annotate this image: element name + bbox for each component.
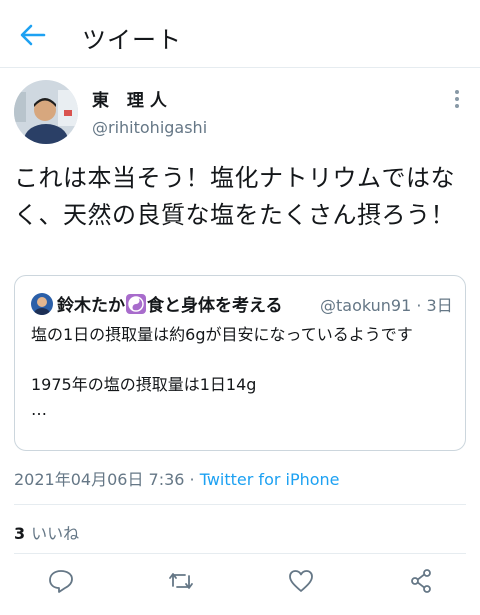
like-count: 3 xyxy=(14,524,26,543)
like-icon[interactable] xyxy=(286,566,316,596)
more-options-icon[interactable] xyxy=(446,88,468,110)
author-handle[interactable]: @rihitohigashi xyxy=(92,118,207,137)
source-link[interactable]: Twitter for iPhone xyxy=(200,470,340,489)
quoted-name-part1: 鈴木たか xyxy=(57,296,125,316)
arrow-left-icon[interactable] xyxy=(18,22,48,48)
share-icon[interactable] xyxy=(406,566,436,596)
tweet-meta: 2021年04月06日 7:36 · Twitter for iPhone xyxy=(14,466,340,490)
app-header: ツイート xyxy=(0,0,480,68)
author-display-name[interactable]: 東 理人 xyxy=(92,86,173,111)
quoted-text: 塩の1日の摂取量は約6gが目安になっているようです 1975年の塩の摂取量は1日… xyxy=(31,322,451,422)
like-stats[interactable]: 3 いいね xyxy=(14,520,79,544)
reply-icon[interactable] xyxy=(46,566,76,596)
tweet-text: これは本当そう！塩化ナトリウムではなく、天然の良質な塩をたくさん摂ろう！ xyxy=(14,164,455,229)
divider xyxy=(14,504,466,505)
quoted-display-name: 鈴木たか 食と身体を考える xyxy=(57,291,283,316)
divider xyxy=(14,553,466,554)
timestamp: 2021年04月06日 7:36 · xyxy=(14,470,200,489)
quoted-handle-time: @taokun91 · 3日 xyxy=(320,296,453,315)
yin-yang-icon xyxy=(126,294,146,314)
avatar[interactable] xyxy=(14,80,78,144)
like-label: いいね xyxy=(31,524,80,543)
quoted-name-part2: 食と身体を考える xyxy=(147,296,283,316)
quoted-text-ellipsis: … xyxy=(31,400,47,419)
retweet-icon[interactable] xyxy=(166,566,196,596)
quoted-text-line: 1975年の塩の摂取量は1日14g xyxy=(31,375,257,394)
quoted-text-line: 塩の1日の摂取量は約6gが目安になっているようです xyxy=(31,325,413,344)
quoted-tweet[interactable]: 鈴木たか 食と身体を考える @taokun91 · 3日 塩の1日の摂取量は約6g… xyxy=(14,275,466,451)
page-title: ツイート xyxy=(82,26,182,54)
quoted-avatar xyxy=(31,293,53,315)
